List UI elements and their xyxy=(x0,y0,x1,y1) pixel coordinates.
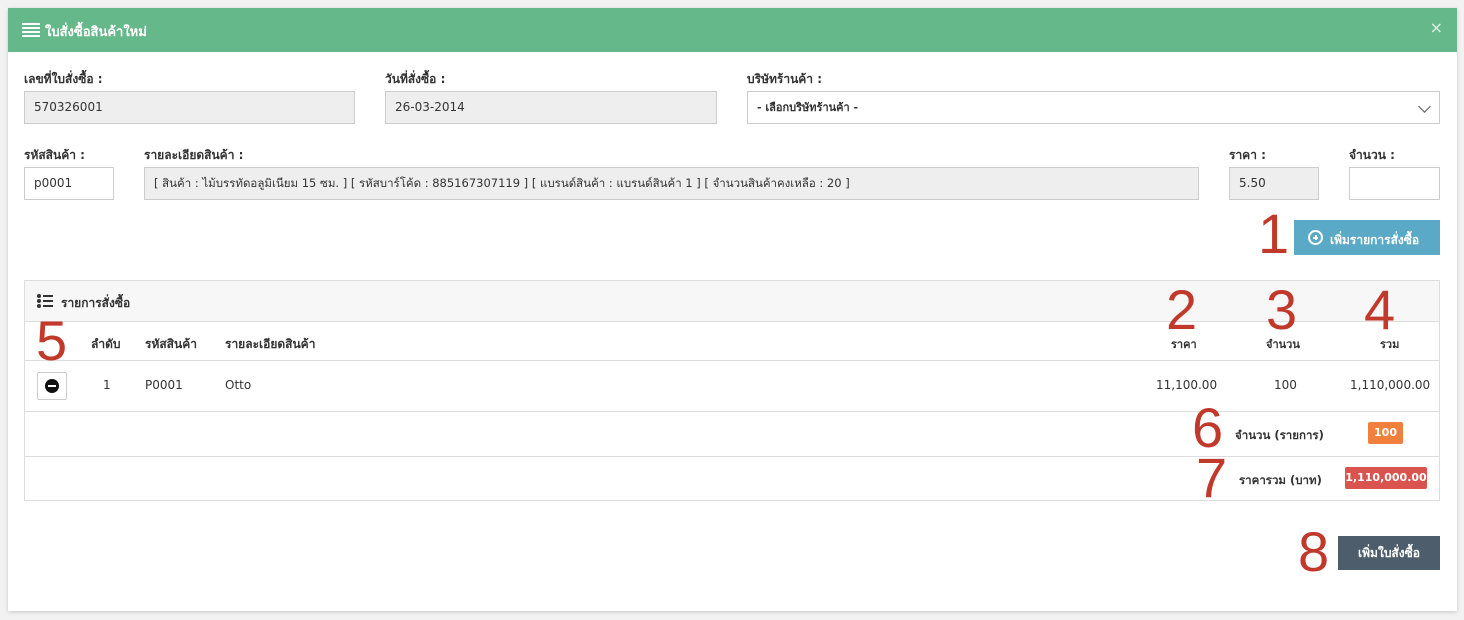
row-code: P0001 xyxy=(145,378,183,392)
supplier-select-value: - เลือกบริษัทร้านค้า - xyxy=(757,101,859,114)
add-order-item-label: เพิ่มรายการสั่งซื้อ xyxy=(1330,233,1420,247)
order-date-field[interactable]: 26-03-2014 xyxy=(385,91,717,124)
add-purchase-order-label: เพิ่มใบสั่งซื้อ xyxy=(1358,545,1420,560)
summary-qty-badge: 100 xyxy=(1368,422,1403,444)
divider xyxy=(25,411,1439,412)
add-purchase-order-button[interactable]: เพิ่มใบสั่งซื้อ xyxy=(1338,536,1440,570)
quantity-label: จำนวน : xyxy=(1349,148,1395,162)
modal-title: ใบสั่งซื้อสินค้าใหม่ xyxy=(45,25,147,40)
close-icon[interactable]: × xyxy=(1430,20,1443,36)
product-code-label: รหัสสินค้า : xyxy=(24,148,85,162)
divider xyxy=(25,360,1439,361)
remove-item-button[interactable] xyxy=(37,372,67,400)
chevron-down-icon xyxy=(1418,100,1431,113)
modal-header: ใบสั่งซื้อสินค้าใหม่ × xyxy=(8,8,1457,52)
annotation-3: 3 xyxy=(1266,278,1298,341)
annotation-8: 8 xyxy=(1298,520,1330,583)
annotation-1: 1 xyxy=(1258,202,1290,265)
po-number-field[interactable]: 570326001 xyxy=(24,91,355,124)
order-list-panel: รายการสั่งซื้อ ลำดับ รหัสสินค้า รายละเอี… xyxy=(24,280,1440,501)
price-field[interactable]: 5.50 xyxy=(1229,167,1319,200)
quantity-input[interactable] xyxy=(1349,167,1440,200)
order-list-header: รายการสั่งซื้อ xyxy=(25,281,1439,322)
annotation-2: 2 xyxy=(1166,278,1198,341)
price-label: ราคา : xyxy=(1229,148,1266,162)
order-date-label: วันที่สั่งซื้อ : xyxy=(385,72,446,86)
product-detail-field[interactable]: [ สินค้า : ไม้บรรทัดอลูมิเนียม 15 ซม. ] … xyxy=(144,167,1199,200)
minus-circle-icon xyxy=(45,379,59,393)
po-number-label: เลขที่ใบสั่งซื้อ : xyxy=(24,72,103,86)
summary-total-label: ราคารวม (บาท) xyxy=(1239,473,1322,487)
supplier-label: บริษัทร้านค้า : xyxy=(747,72,823,86)
new-purchase-order-modal: ใบสั่งซื้อสินค้าใหม่ × เลขที่ใบสั่งซื้อ … xyxy=(8,8,1457,611)
order-list-title: รายการสั่งซื้อ xyxy=(61,296,131,310)
product-code-input[interactable]: p0001 xyxy=(24,167,114,200)
column-header-code: รหัสสินค้า xyxy=(145,337,197,351)
annotation-4: 4 xyxy=(1364,278,1396,341)
annotation-7: 7 xyxy=(1196,446,1228,509)
plus-circle-icon xyxy=(1308,230,1323,245)
annotation-5: 5 xyxy=(36,309,68,372)
row-qty: 100 xyxy=(1274,378,1297,392)
row-detail: Otto xyxy=(225,378,252,392)
row-total: 1,110,000.00 xyxy=(1350,378,1431,392)
list-icon xyxy=(22,23,40,37)
column-header-detail: รายละเอียดสินค้า xyxy=(225,337,316,351)
row-no: 1 xyxy=(103,378,111,392)
summary-total-badge: 1,110,000.00 xyxy=(1345,467,1427,489)
product-detail-label: รายละเอียดสินค้า : xyxy=(144,148,244,162)
list-icon xyxy=(37,294,53,308)
row-price: 11,100.00 xyxy=(1156,378,1218,392)
add-order-item-button[interactable]: เพิ่มรายการสั่งซื้อ xyxy=(1294,220,1440,255)
column-header-no: ลำดับ xyxy=(91,337,121,351)
supplier-select[interactable]: - เลือกบริษัทร้านค้า - xyxy=(747,91,1440,124)
summary-qty-label: จำนวน (รายการ) xyxy=(1235,428,1324,442)
